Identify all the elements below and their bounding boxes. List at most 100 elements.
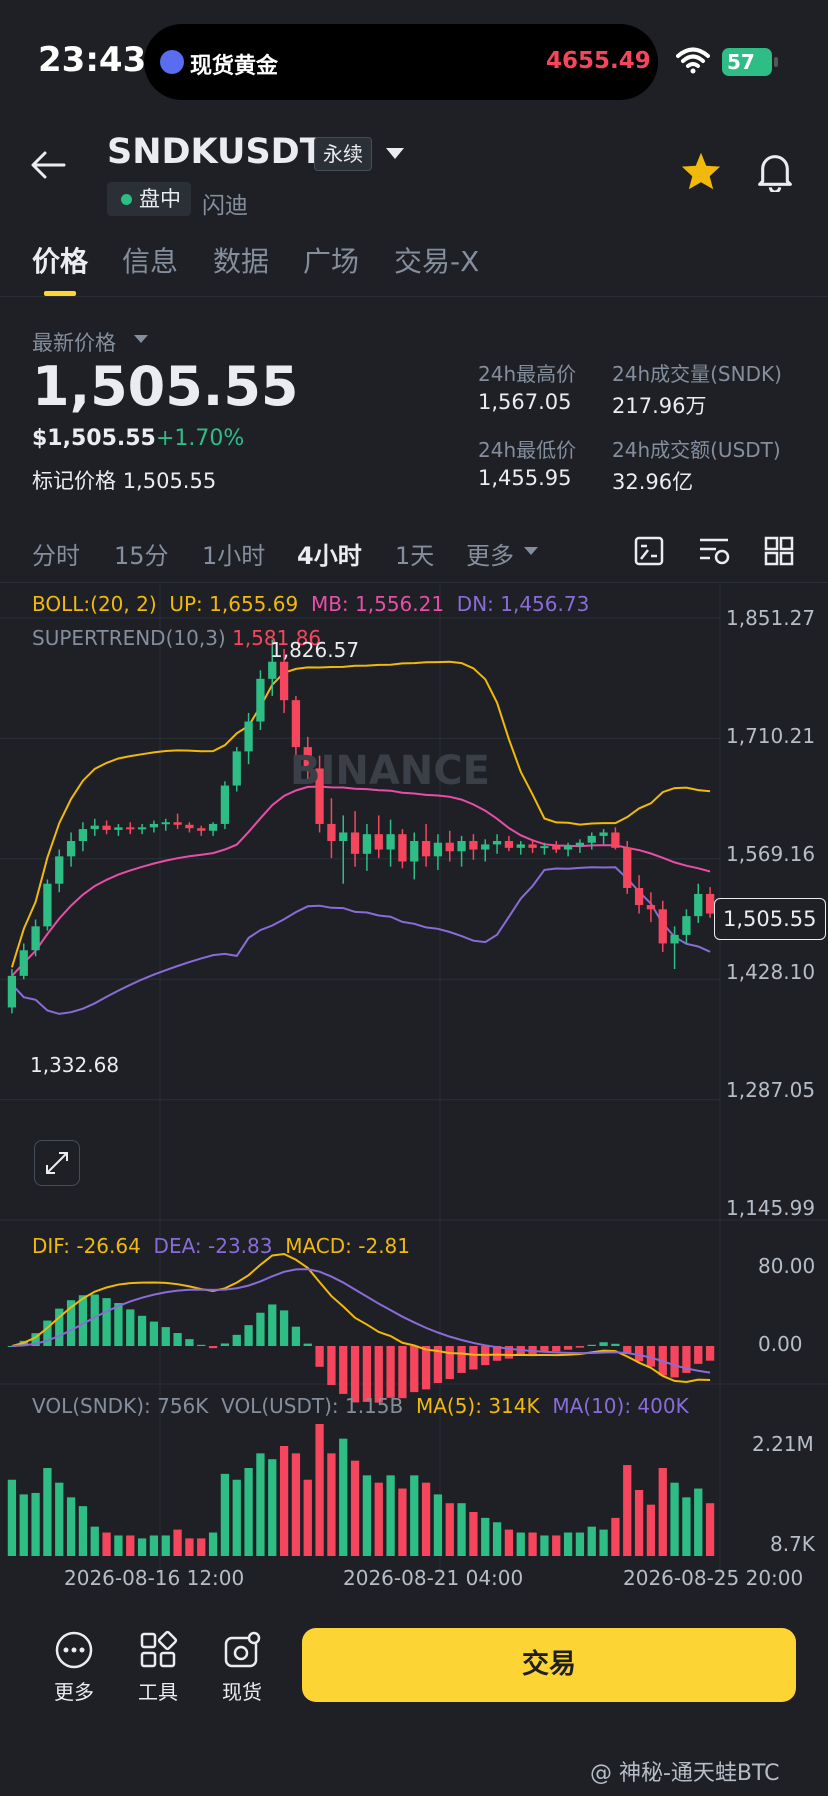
low-label: 24h最低价 — [478, 438, 577, 462]
macd-histogram-bar — [244, 1325, 253, 1346]
tab-data[interactable]: 数据 — [213, 240, 269, 280]
candle-body — [670, 934, 679, 944]
candle-body — [102, 825, 111, 830]
candle-body — [646, 905, 656, 910]
macd-value: MACD: -2.81 — [285, 1234, 410, 1258]
volume-bar — [303, 1479, 312, 1556]
watermark-text: @ 神秘-通天蛙BTC — [590, 1761, 780, 1786]
macd-histogram-bar — [623, 1346, 632, 1353]
tab-info[interactable]: 信息 — [122, 240, 178, 280]
tab-square[interactable]: 广场 — [303, 240, 359, 280]
candle-body — [244, 721, 253, 752]
volume-bar — [634, 1490, 644, 1556]
underlying-name: 闪迪 — [202, 193, 248, 219]
candle-body — [433, 842, 443, 857]
candle-body — [421, 841, 431, 857]
battery-indicator: 57 — [722, 48, 772, 76]
volume-bar — [185, 1538, 194, 1556]
volume-bar — [516, 1532, 525, 1556]
macd-histogram-bar — [327, 1346, 336, 1386]
vol-ma10: MA(10): 400K — [552, 1394, 689, 1418]
more-label[interactable]: 更多 — [54, 1676, 94, 1705]
candle-body — [575, 842, 585, 847]
kline-chart[interactable]: BINANCE — [0, 584, 828, 1614]
last-price-label[interactable]: 最新价格 — [32, 327, 116, 357]
grid-layout-icon[interactable] — [764, 536, 794, 566]
boll-up: UP: 1,655.69 — [169, 592, 299, 616]
session-status-pill: 盘中 — [107, 182, 191, 216]
star-icon[interactable] — [680, 151, 722, 191]
volume-bar — [149, 1535, 159, 1556]
macd-histogram-bar — [339, 1346, 348, 1394]
tools-label[interactable]: 工具 — [138, 1676, 178, 1705]
pair-dropdown-icon[interactable] — [386, 148, 404, 159]
tf-more[interactable]: 更多 — [466, 536, 514, 571]
macd-histogram-bar — [256, 1312, 265, 1346]
tab-price[interactable]: 价格 — [32, 240, 88, 280]
volume-bar — [481, 1517, 490, 1556]
tab-trade-x[interactable]: 交易-X — [394, 240, 479, 280]
tf-1d[interactable]: 1天 — [395, 536, 434, 571]
volume-bar — [55, 1482, 64, 1556]
volume-bar — [623, 1465, 632, 1556]
macd-histogram-bar — [421, 1346, 431, 1390]
macd-histogram-bar — [232, 1334, 241, 1346]
candle-body — [7, 975, 17, 1008]
indicator-icon[interactable] — [698, 536, 730, 566]
candle-body — [90, 825, 99, 830]
trade-button[interactable]: 交易 — [302, 1628, 796, 1702]
volume-bar — [31, 1492, 40, 1556]
volume-bar — [587, 1526, 596, 1556]
candle-body — [31, 926, 40, 951]
dif-value: DIF: -26.64 — [32, 1234, 141, 1258]
candle-body — [599, 832, 608, 836]
vol-quote-label: 24h成交额(USDT) — [612, 438, 781, 462]
macd-histogram-bar — [220, 1343, 230, 1346]
candle-body — [268, 661, 277, 679]
volume-bar — [161, 1535, 170, 1556]
pair-name[interactable]: SNDKUSDT — [107, 132, 324, 172]
tools-icon[interactable] — [138, 1630, 178, 1670]
volume-bar — [611, 1517, 620, 1556]
tf-time[interactable]: 分时 — [32, 536, 80, 571]
tf-15m[interactable]: 15分 — [114, 536, 169, 571]
caret-down-icon[interactable] — [134, 335, 148, 343]
back-arrow-icon[interactable] — [30, 150, 66, 180]
caret-down-icon[interactable] — [524, 547, 538, 555]
macd-histogram-bar — [303, 1343, 312, 1346]
volume-bar — [469, 1512, 478, 1556]
volume-bar — [339, 1438, 348, 1556]
bell-icon[interactable] — [756, 152, 794, 192]
y-tick: 1,710.21 — [726, 724, 816, 748]
candle-body — [504, 841, 514, 848]
x-tick: 2026-08-21 04:00 — [343, 1566, 524, 1590]
macd-histogram-bar — [599, 1342, 608, 1346]
chart-grid — [0, 584, 828, 1584]
volume-bar — [362, 1475, 372, 1556]
chart-settings-icon[interactable] — [634, 536, 664, 566]
candle-body — [469, 841, 478, 850]
candle-body — [410, 841, 419, 862]
volume-bar — [694, 1488, 703, 1556]
spot-icon[interactable] — [222, 1630, 262, 1670]
spot-label[interactable]: 现货 — [222, 1676, 262, 1705]
more-icon[interactable] — [54, 1630, 94, 1670]
tf-4h[interactable]: 4小时 — [297, 536, 362, 571]
macd-histogram-bar — [705, 1346, 715, 1361]
candle-body — [540, 846, 549, 849]
candle-body — [398, 834, 407, 862]
boll-upper-line — [10, 660, 711, 968]
macd-panel — [7, 1252, 715, 1403]
candle-body — [126, 827, 135, 830]
y-tick: 1,851.27 — [726, 606, 816, 630]
tf-1h[interactable]: 1小时 — [202, 536, 265, 571]
macd-histogram-bar — [398, 1346, 407, 1399]
macd-histogram-bar — [575, 1346, 585, 1348]
macd-legend: DIF: -26.64 DEA: -23.83 MACD: -2.81 — [32, 1234, 410, 1258]
fullscreen-button[interactable] — [34, 1140, 80, 1186]
y-tick: 1,428.10 — [726, 960, 816, 984]
dea-value: DEA: -23.83 — [153, 1234, 273, 1258]
macd-histogram-bar — [291, 1326, 301, 1346]
candle-body — [197, 828, 206, 831]
vol-base-value: 217.96万 — [612, 394, 707, 418]
